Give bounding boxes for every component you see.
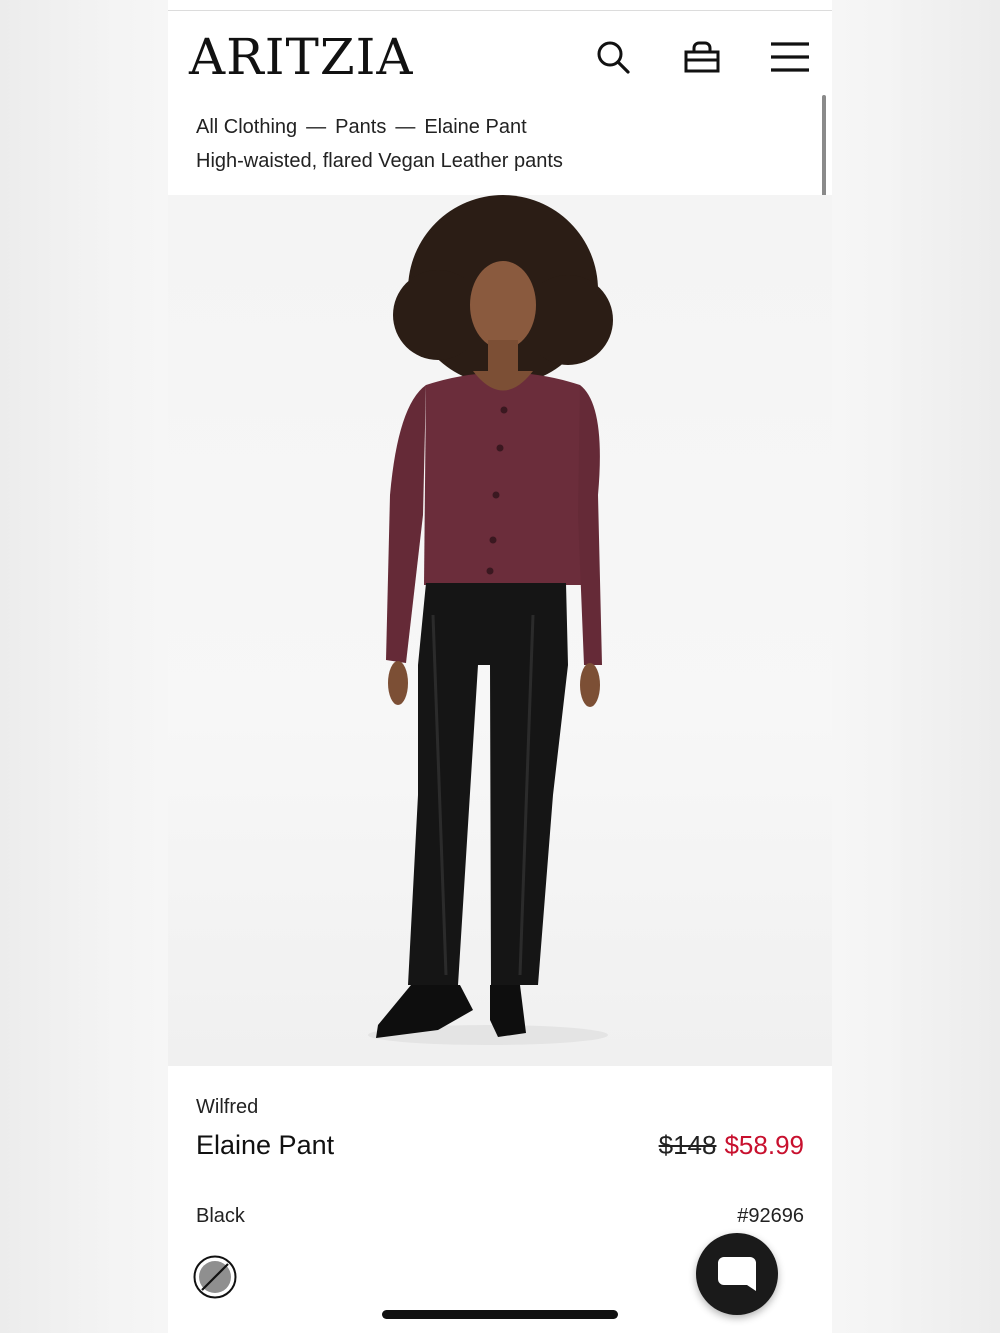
site-header: ARITZIA — [168, 11, 832, 103]
product-brand[interactable]: Wilfred — [196, 1096, 258, 1119]
color-swatch-black[interactable] — [193, 1255, 237, 1299]
sale-price: $58.99 — [724, 1130, 804, 1160]
style-number: #92696 — [737, 1205, 804, 1227]
bag-icon — [684, 41, 720, 73]
product-name: Elaine Pant — [196, 1130, 335, 1160]
price: $148 $58.99 — [659, 1130, 804, 1161]
phone-screen: ARITZIA All Clothing — Pants — Elaine Pa… — [168, 0, 832, 1333]
product-image[interactable] — [168, 195, 832, 1066]
breadcrumb-separator: — — [395, 116, 416, 138]
model-photo — [368, 195, 613, 1045]
menu-button[interactable] — [768, 35, 812, 79]
chat-icon — [718, 1257, 756, 1291]
page-background-left — [0, 0, 168, 1333]
breadcrumb-pants[interactable]: Pants — [335, 116, 386, 139]
home-indicator — [382, 1310, 618, 1319]
breadcrumb: All Clothing — Pants — Elaine Pant — [196, 116, 527, 139]
original-price: $148 — [658, 1130, 717, 1160]
product-description: High-waisted, flared Vegan Leather pants — [196, 150, 563, 172]
breadcrumb-elaine-pant[interactable]: Elaine Pant — [424, 116, 526, 139]
menu-icon — [771, 42, 809, 72]
search-icon — [597, 41, 630, 74]
breadcrumb-all-clothing[interactable]: All Clothing — [196, 116, 297, 139]
swatch-icon — [193, 1255, 237, 1299]
breadcrumb-separator: — — [306, 116, 327, 138]
selected-color-label: Black — [196, 1205, 245, 1227]
chat-button[interactable] — [696, 1233, 778, 1315]
shopping-bag-button[interactable] — [680, 35, 724, 79]
page-background-right — [832, 0, 1000, 1333]
search-button[interactable] — [591, 35, 635, 79]
aritzia-logo[interactable]: ARITZIA — [189, 31, 413, 83]
